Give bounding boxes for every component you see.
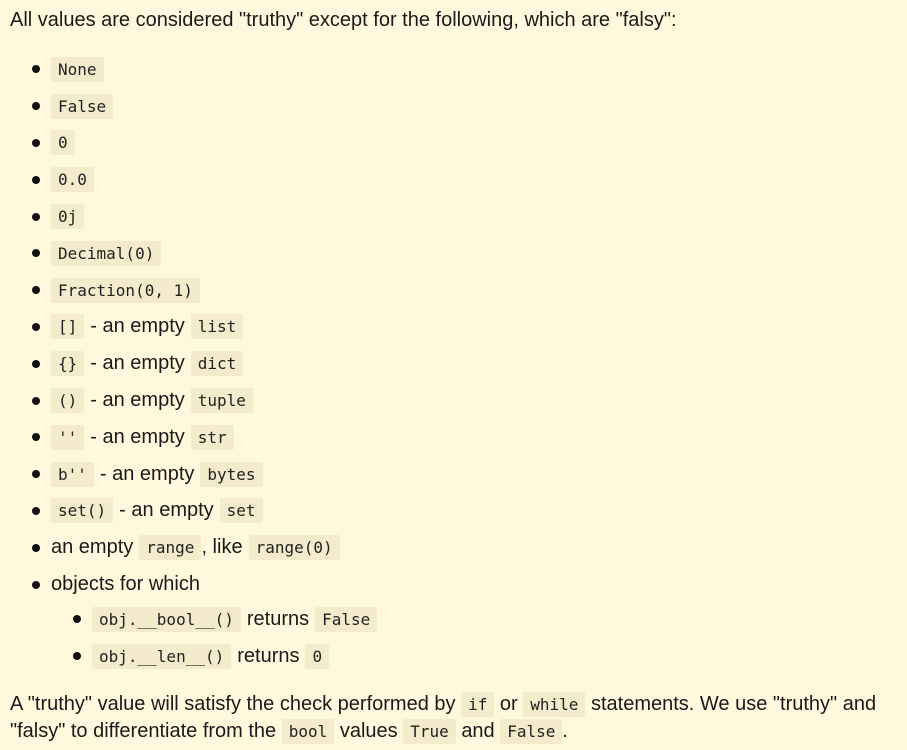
code-zero-float: 0.0 bbox=[51, 167, 94, 193]
item-text: - an empty bbox=[119, 499, 214, 522]
list-item-objects: objects for which bbox=[10, 566, 340, 603]
code-zero-complex: 0j bbox=[51, 204, 85, 230]
code-bool: bool bbox=[281, 719, 335, 744]
list-item-empty-bytes: b'' - an empty bytes bbox=[10, 456, 340, 493]
item-text: - an empty bbox=[90, 352, 185, 375]
list-item-empty-range: an empty range, like range(0) bbox=[10, 529, 340, 566]
code-empty-str: '' bbox=[51, 424, 85, 450]
outro-text: values bbox=[339, 720, 398, 742]
code-empty-tuple: () bbox=[51, 388, 85, 414]
list-item-zero-complex: 0j bbox=[10, 198, 340, 235]
list-item-empty-tuple: () - an empty tuple bbox=[10, 382, 340, 419]
code-zero-return: 0 bbox=[305, 643, 330, 669]
code-empty-dict: {} bbox=[51, 351, 85, 377]
code-decimal: Decimal(0) bbox=[51, 240, 162, 266]
list-item-empty-dict: {} - an empty dict bbox=[10, 345, 340, 382]
list-item-zero-float: 0.0 bbox=[10, 161, 340, 198]
code-false: False bbox=[51, 93, 114, 119]
list-item-none: None bbox=[10, 51, 340, 88]
objects-sublist: obj.__bool__() returns False obj.__len__()… bbox=[10, 601, 378, 675]
item-text: - an empty bbox=[99, 462, 195, 485]
code-fraction: Fraction(0, 1) bbox=[51, 277, 200, 303]
code-while: while bbox=[523, 692, 586, 717]
code-false-value: False bbox=[500, 719, 563, 744]
code-bytes-type: bytes bbox=[200, 461, 263, 487]
code-dict-type: dict bbox=[190, 351, 244, 377]
item-text: returns bbox=[237, 644, 300, 667]
list-item-empty-set: set() - an empty set bbox=[10, 493, 340, 530]
falsy-values-list: None False 0 0.0 0j Decimal(0) Fraction(… bbox=[10, 51, 340, 603]
item-text: - an empty bbox=[90, 425, 185, 448]
item-text: - an empty bbox=[90, 315, 185, 338]
code-len-method: obj.__len__() bbox=[92, 643, 232, 669]
list-item-decimal: Decimal(0) bbox=[10, 235, 340, 272]
item-text: an empty bbox=[51, 536, 134, 559]
code-list-type: list bbox=[190, 314, 244, 340]
list-item-empty-list: [] - an empty list bbox=[10, 309, 340, 346]
item-text: returns bbox=[246, 607, 310, 630]
code-zero: 0 bbox=[51, 130, 75, 156]
sublist-item-bool: obj.__bool__() returns False bbox=[10, 601, 378, 638]
list-item-false: False bbox=[10, 88, 340, 125]
outro-paragraph: A "truthy" value will satisfy the check … bbox=[10, 691, 905, 745]
code-bool-method: obj.__bool__() bbox=[92, 606, 241, 632]
code-empty-bytes: b'' bbox=[51, 461, 94, 487]
code-true: True bbox=[403, 719, 456, 744]
item-text: - an empty bbox=[90, 389, 185, 412]
code-empty-list: [] bbox=[51, 314, 85, 340]
list-item-fraction: Fraction(0, 1) bbox=[10, 272, 340, 309]
outro-text: or bbox=[499, 693, 518, 715]
code-empty-set: set() bbox=[51, 498, 114, 524]
code-tuple-type: tuple bbox=[190, 388, 253, 414]
list-item-empty-str: '' - an empty str bbox=[10, 419, 340, 456]
code-range-type: range bbox=[139, 535, 202, 561]
item-text: objects for which bbox=[51, 573, 200, 596]
code-false-return: False bbox=[315, 606, 378, 632]
code-if: if bbox=[461, 692, 495, 717]
code-str-type: str bbox=[190, 424, 234, 450]
code-none: None bbox=[51, 56, 104, 82]
list-item-zero: 0 bbox=[10, 125, 340, 162]
outro-period: . bbox=[562, 720, 568, 742]
item-text: , like bbox=[201, 536, 243, 559]
outro-text: A "truthy" value will satisfy the check … bbox=[10, 693, 456, 715]
intro-paragraph: All values are considered "truthy" excep… bbox=[10, 9, 677, 31]
code-range-zero: range(0) bbox=[248, 535, 340, 561]
code-set-type: set bbox=[219, 498, 263, 524]
sublist-item-len: obj.__len__() returns 0 bbox=[10, 638, 377, 675]
outro-text: and bbox=[461, 720, 495, 742]
